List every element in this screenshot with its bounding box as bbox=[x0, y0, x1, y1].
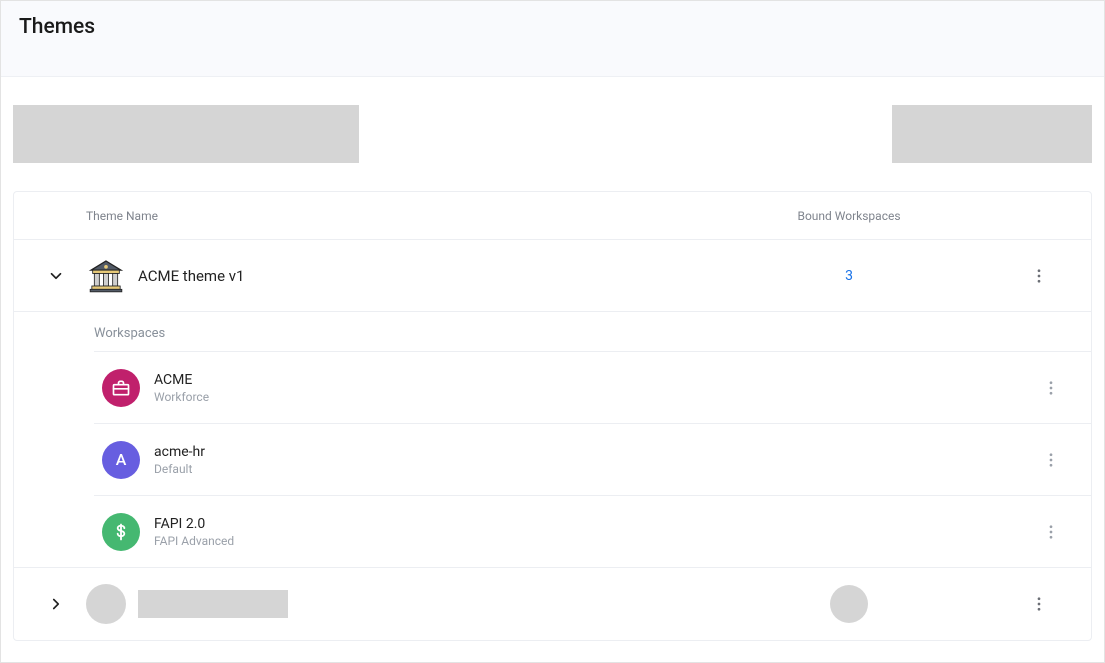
workspace-name: FAPI 2.0 bbox=[154, 516, 1011, 532]
more-menu-icon[interactable] bbox=[1042, 451, 1060, 469]
toolbar bbox=[1, 105, 1104, 163]
themes-frame: Themes Theme Name Bound Workspaces bbox=[0, 0, 1105, 663]
workspace-row[interactable]: A acme-hr Default bbox=[94, 423, 1091, 495]
bank-icon bbox=[86, 256, 126, 296]
workspace-type: Workforce bbox=[154, 390, 1011, 404]
column-theme-name: Theme Name bbox=[86, 209, 699, 223]
theme-row[interactable]: ACME theme v1 3 bbox=[14, 240, 1091, 312]
workspaces-panel: Workspaces ACME Workforce A bbox=[14, 312, 1091, 568]
bound-count-link[interactable]: 3 bbox=[699, 268, 999, 284]
workspace-row[interactable]: ACME Workforce bbox=[94, 351, 1091, 423]
expand-button[interactable] bbox=[26, 595, 86, 613]
more-menu-icon[interactable] bbox=[1030, 595, 1048, 613]
toolbar-right-placeholder bbox=[892, 105, 1092, 163]
themes-table: Theme Name Bound Workspaces bbox=[13, 191, 1092, 641]
more-menu-icon[interactable] bbox=[1030, 267, 1048, 285]
page-header: Themes bbox=[1, 1, 1104, 77]
workspaces-label: Workspaces bbox=[94, 312, 1091, 351]
briefcase-icon bbox=[102, 369, 140, 407]
dollar-icon bbox=[102, 513, 140, 551]
table-header-row: Theme Name Bound Workspaces bbox=[14, 192, 1091, 240]
more-menu-icon[interactable] bbox=[1042, 523, 1060, 541]
theme-name-placeholder bbox=[138, 590, 288, 618]
collapse-button[interactable] bbox=[26, 267, 86, 285]
theme-name: ACME theme v1 bbox=[138, 267, 244, 285]
chevron-down-icon bbox=[47, 267, 65, 285]
avatar-letter: A bbox=[102, 441, 140, 479]
more-menu-icon[interactable] bbox=[1042, 379, 1060, 397]
workspace-row[interactable]: FAPI 2.0 FAPI Advanced bbox=[94, 495, 1091, 567]
page-title: Themes bbox=[19, 15, 1086, 39]
theme-row[interactable] bbox=[14, 568, 1091, 640]
workspace-name: ACME bbox=[154, 372, 1011, 388]
bound-count-placeholder bbox=[830, 585, 868, 623]
workspace-type: FAPI Advanced bbox=[154, 534, 1011, 548]
chevron-right-icon bbox=[47, 595, 65, 613]
toolbar-left-placeholder bbox=[13, 105, 359, 163]
workspace-name: acme-hr bbox=[154, 444, 1011, 460]
column-bound-workspaces: Bound Workspaces bbox=[699, 209, 999, 223]
workspace-type: Default bbox=[154, 462, 1011, 476]
theme-icon-placeholder bbox=[86, 584, 126, 624]
